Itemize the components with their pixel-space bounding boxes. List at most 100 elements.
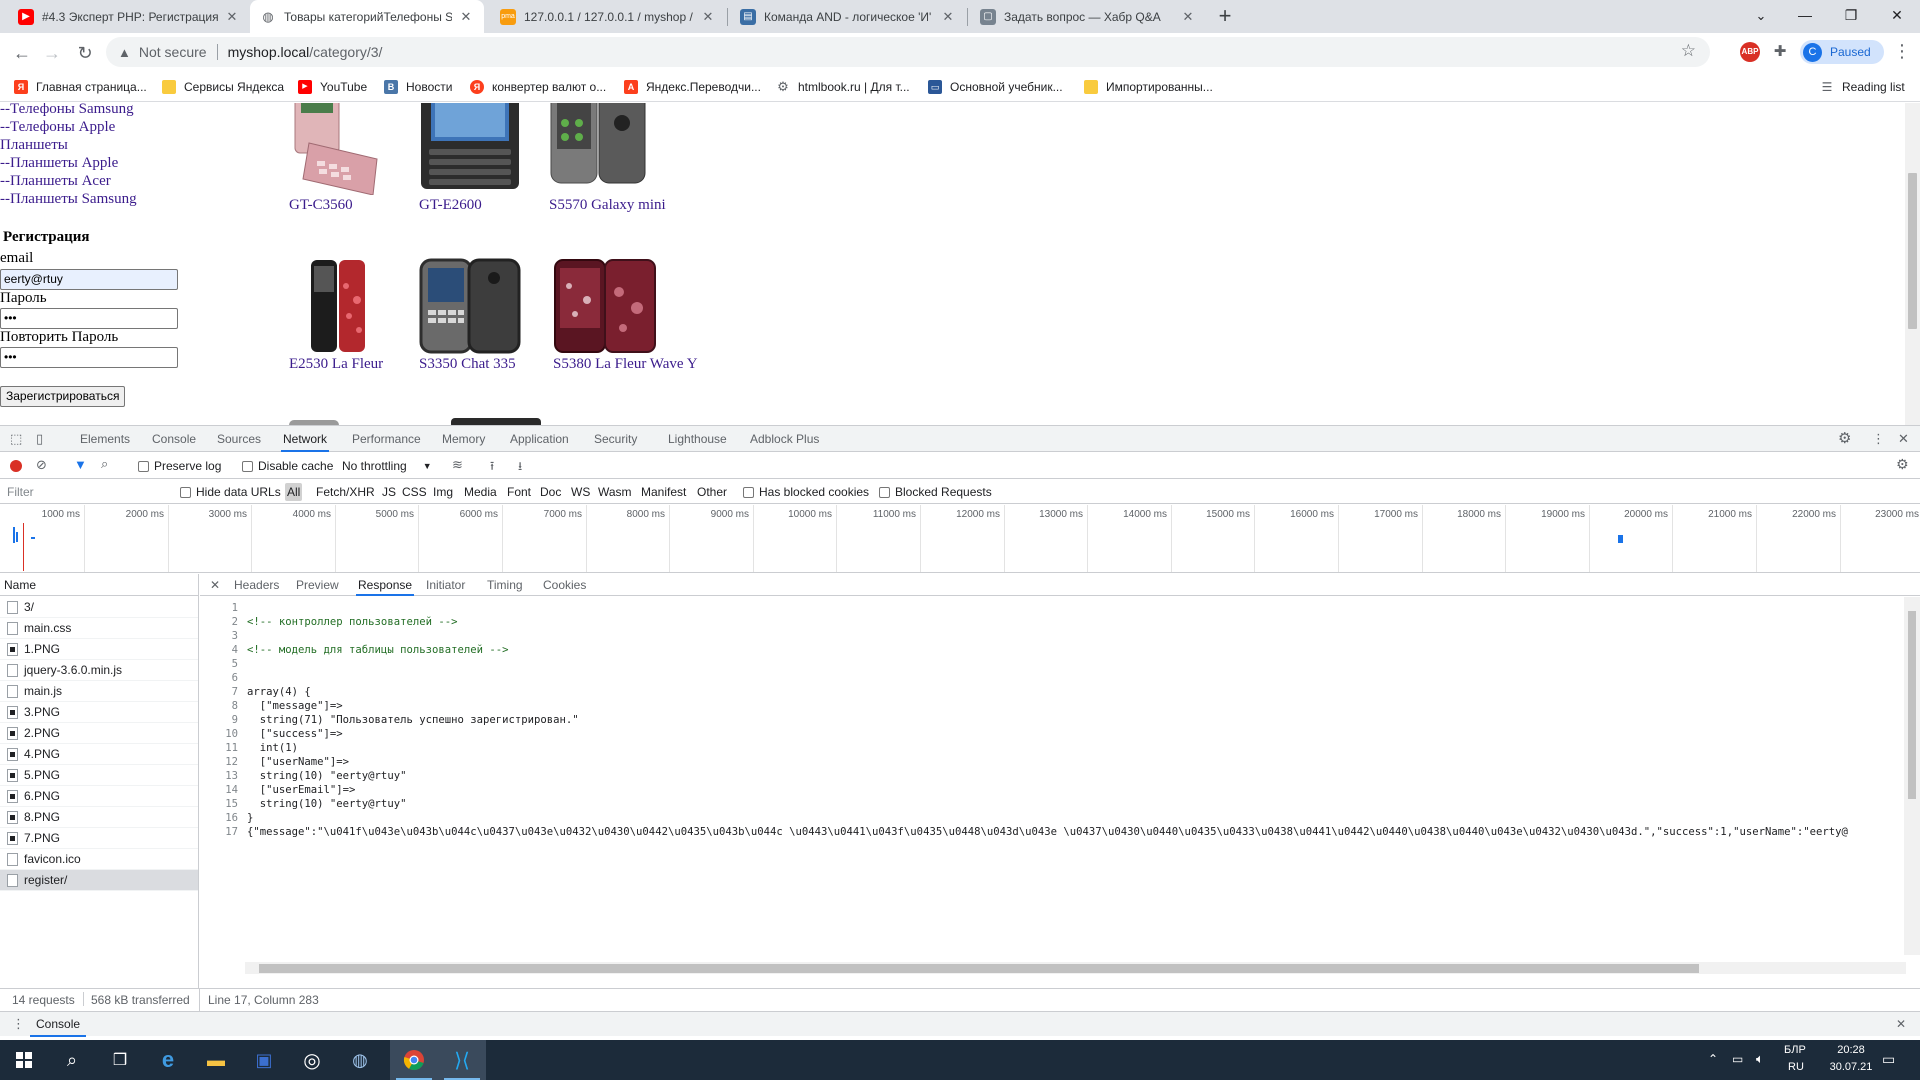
settings-gear-icon[interactable]: ⚙ xyxy=(1838,429,1851,447)
import-har-icon[interactable]: ⭱ xyxy=(490,457,494,478)
filter-type-media[interactable]: Media xyxy=(464,485,497,499)
browser-tab[interactable]: ▤ Команда AND - логическое 'И' ✕ xyxy=(730,0,966,33)
bookmark-item[interactable]: A Яндекс.Переводчи... xyxy=(624,78,761,96)
reload-icon[interactable]: ↻ xyxy=(71,39,99,67)
tab-network[interactable]: Network xyxy=(281,426,330,452)
chrome-icon[interactable] xyxy=(390,1040,438,1080)
bookmark-item[interactable]: Яконвертер валют о... xyxy=(470,78,606,96)
more-options-icon[interactable]: ⋮ xyxy=(1872,431,1885,447)
tab-response[interactable]: Response xyxy=(356,574,415,596)
scrollbar-thumb[interactable] xyxy=(1908,611,1916,799)
filter-type-all[interactable]: All xyxy=(285,483,303,501)
tab-timing[interactable]: Timing xyxy=(487,574,523,596)
tray-chevron-icon[interactable]: ⌃ xyxy=(1708,1052,1718,1066)
product-name[interactable]: GT-E2600 xyxy=(419,197,482,214)
table-row[interactable]: 4.PNG xyxy=(0,744,198,765)
tab-application[interactable]: Application xyxy=(508,426,571,452)
table-row[interactable]: 1.PNG xyxy=(0,639,198,660)
camera-app-icon[interactable]: ◎ xyxy=(288,1040,336,1080)
export-har-icon[interactable]: ⭳ xyxy=(518,457,522,478)
password-field[interactable]: ••• xyxy=(0,308,178,329)
bookmark-item[interactable]: Я Главная страница... xyxy=(14,78,147,96)
page-scrollbar[interactable] xyxy=(1905,103,1920,425)
close-icon[interactable]: ✕ xyxy=(458,9,474,25)
filter-type-other[interactable]: Other xyxy=(697,485,727,499)
close-icon[interactable]: ✕ xyxy=(700,9,716,25)
vscode-icon[interactable]: ⟩⟨ xyxy=(438,1040,486,1080)
product-name[interactable]: S3350 Chat 335 xyxy=(419,356,516,373)
drawer-menu-icon[interactable]: ⋮ xyxy=(12,1016,25,1032)
category-link[interactable]: --Планшеты Acer xyxy=(0,172,111,190)
profile-button[interactable]: C Paused xyxy=(1800,40,1884,64)
phone-image[interactable] xyxy=(289,256,389,356)
code-horizontal-scrollbar[interactable] xyxy=(245,962,1906,974)
close-icon[interactable]: ✕ xyxy=(940,9,956,25)
phone-image[interactable] xyxy=(549,103,653,195)
checkbox[interactable] xyxy=(743,486,754,498)
tab-sources[interactable]: Sources xyxy=(215,426,263,452)
filter-type-js[interactable]: JS xyxy=(382,485,396,499)
file-explorer-icon[interactable]: ▬ xyxy=(192,1040,240,1080)
code-vertical-scrollbar[interactable] xyxy=(1904,597,1920,955)
extensions-puzzle-icon[interactable]: ✚ xyxy=(1770,42,1790,62)
bookmark-folder[interactable]: Сервисы Яндекса xyxy=(162,78,284,96)
browser-tab[interactable]: ▢ Задать вопрос — Хабр Q&A ✕ xyxy=(970,0,1206,33)
table-row[interactable]: jquery-3.6.0.min.js xyxy=(0,660,198,681)
preserve-log-checkbox[interactable]: Preserve log xyxy=(138,459,221,473)
network-overview-timeline[interactable]: 1000 ms 2000 ms 3000 ms 4000 ms 5000 ms 6000 … xyxy=(0,505,1920,573)
phone-image[interactable] xyxy=(419,256,523,356)
product-name[interactable]: GT-C3560 xyxy=(289,197,353,214)
table-row[interactable]: 7.PNG xyxy=(0,828,198,849)
browser-tab-active[interactable]: ◍ Товары категорийТелефоны Sa ✕ xyxy=(250,0,484,33)
close-drawer-icon[interactable]: ✕ xyxy=(1896,1017,1906,1031)
search-icon[interactable]: ⌕ xyxy=(48,1040,96,1080)
mail-app-icon[interactable]: ◍ xyxy=(336,1040,384,1080)
close-icon[interactable]: ✕ xyxy=(224,9,240,25)
table-row[interactable]: 6.PNG xyxy=(0,786,198,807)
clear-icon[interactable]: ⊘ xyxy=(36,457,47,473)
edge-browser-icon[interactable]: e xyxy=(144,1040,192,1080)
browser-tab[interactable]: pma 127.0.0.1 / 127.0.0.1 / myshop / u ✕ xyxy=(490,0,726,33)
product-name[interactable]: S5380 La Fleur Wave Y xyxy=(553,356,698,373)
task-view-icon[interactable]: ❒ xyxy=(96,1040,144,1080)
restore-icon[interactable]: ❐ xyxy=(1828,0,1874,33)
register-button[interactable]: Зарегистрироваться xyxy=(0,386,126,407)
network-settings-icon[interactable]: ⚙ xyxy=(1896,456,1909,473)
email-field[interactable]: eerty@rtuy xyxy=(0,269,178,290)
reading-list-button[interactable]: ☰ Reading list xyxy=(1820,78,1905,96)
table-row[interactable]: 2.PNG xyxy=(0,723,198,744)
close-icon[interactable]: ✕ xyxy=(1180,9,1196,25)
category-link[interactable]: --Телефоны Samsung xyxy=(0,103,134,118)
tab-cookies[interactable]: Cookies xyxy=(543,574,586,596)
phone-image[interactable] xyxy=(553,256,657,356)
throttling-select[interactable]: No throttling ▼ xyxy=(342,459,432,473)
hide-data-urls-checkbox[interactable]: Hide data URLs xyxy=(180,485,281,499)
filter-type-font[interactable]: Font xyxy=(507,485,531,499)
scrollbar-thumb[interactable] xyxy=(1908,173,1917,329)
checkbox[interactable] xyxy=(180,486,191,498)
close-devtools-icon[interactable]: ✕ xyxy=(1898,431,1909,447)
record-icon[interactable] xyxy=(10,460,22,472)
tab-security[interactable]: Security xyxy=(592,426,639,452)
table-row[interactable]: 3/ xyxy=(0,597,198,618)
checkbox[interactable] xyxy=(138,460,149,472)
tab-elements[interactable]: Elements xyxy=(78,426,132,452)
table-row[interactable]: main.css xyxy=(0,618,198,639)
has-blocked-cookies-checkbox[interactable]: Has blocked cookies xyxy=(743,485,869,499)
notifications-icon[interactable]: ▭ xyxy=(1882,1051,1895,1068)
volume-tray-icon[interactable]: 🔈︎ xyxy=(1756,1051,1764,1067)
product-name[interactable]: E2530 La Fleur xyxy=(289,356,383,373)
not-secure-label[interactable]: Not secure xyxy=(139,44,207,60)
network-conditions-icon[interactable]: ≋ xyxy=(452,457,463,473)
category-link[interactable]: --Планшеты Apple xyxy=(0,154,118,172)
tab-console[interactable]: Console xyxy=(150,426,198,452)
filter-input[interactable]: Filter xyxy=(2,483,164,501)
tab-search-icon[interactable]: ⌄ xyxy=(1738,0,1784,33)
input-language-top[interactable]: БЛР xyxy=(1784,1044,1806,1056)
tab-lighthouse[interactable]: Lighthouse xyxy=(666,426,729,452)
category-link[interactable]: --Планшеты Samsung xyxy=(0,190,137,208)
table-row[interactable]: favicon.ico xyxy=(0,849,198,870)
scrollbar-thumb[interactable] xyxy=(259,964,1699,973)
inspect-element-icon[interactable]: ⬚ xyxy=(10,431,22,447)
close-window-icon[interactable]: ✕ xyxy=(1874,0,1920,33)
